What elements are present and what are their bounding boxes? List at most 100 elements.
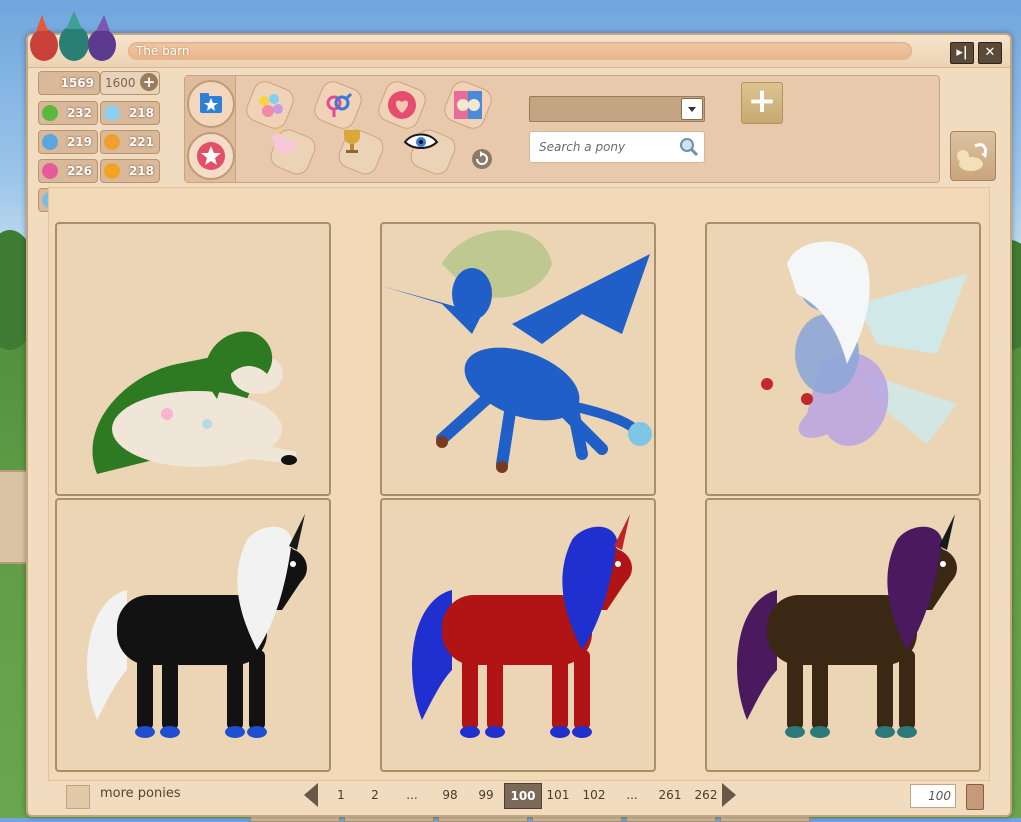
search-box[interactable]: Search a pony <box>529 131 705 163</box>
pony-hoof <box>160 726 180 738</box>
pony-card[interactable] <box>380 498 656 772</box>
tab-folders[interactable] <box>187 80 235 128</box>
paw-rainbow-icon <box>259 94 283 117</box>
pony-tail <box>87 590 127 720</box>
pony-tail <box>737 590 777 720</box>
stat-value: 232 <box>66 106 92 120</box>
filter-couple-button[interactable] <box>440 77 496 133</box>
pony-spot <box>161 408 173 420</box>
pony-leg <box>162 650 178 730</box>
pony-leg <box>899 650 915 730</box>
pony-hoof <box>801 393 813 405</box>
pony-hoof <box>761 378 773 390</box>
pony-card[interactable] <box>705 498 981 772</box>
pony-portrait <box>737 514 957 738</box>
window-title: The barn <box>136 44 190 58</box>
page-link[interactable]: 100 <box>504 783 542 809</box>
page-ellipsis: ... <box>406 788 418 802</box>
pony-leg <box>552 650 568 730</box>
tab-favorites[interactable] <box>187 132 235 180</box>
page-link[interactable]: 261 <box>652 783 688 807</box>
pony-leg <box>787 650 803 730</box>
page-link[interactable]: 2 <box>358 783 392 807</box>
pony-leg <box>462 650 478 730</box>
more-ponies-label: more ponies <box>100 786 181 801</box>
stat-value: 219 <box>66 135 92 149</box>
page-link[interactable]: 1 <box>324 783 358 807</box>
pony-leg <box>574 650 590 730</box>
add-folder-button[interactable]: + <box>741 82 783 124</box>
pony-hoof <box>496 461 508 473</box>
more-ponies-checkbox[interactable] <box>66 785 90 809</box>
page-link[interactable]: 101 <box>540 783 576 807</box>
stat-paw-blue: 219 <box>38 130 98 154</box>
pony-hoof <box>897 726 917 738</box>
pony-hoof <box>135 726 155 738</box>
pony-hoof <box>436 436 448 448</box>
page-link[interactable]: 102 <box>576 783 612 807</box>
close-button[interactable]: ✕ <box>978 42 1002 64</box>
filter-gender-button[interactable] <box>310 77 366 133</box>
ring-heart-icon <box>388 91 416 119</box>
folder-star-icon <box>200 93 222 113</box>
game-logo-icon <box>30 11 116 61</box>
heart-icon <box>42 163 58 179</box>
pony-hoof <box>785 726 805 738</box>
pony-eye <box>940 561 946 567</box>
pony-horn <box>614 514 630 550</box>
view-tabs <box>185 76 236 182</box>
title-pill: The barn <box>128 42 912 60</box>
pony-horn <box>939 514 955 550</box>
move-pony-button[interactable] <box>950 131 996 181</box>
star-badge-icon <box>197 142 225 170</box>
stat-flame: 221 <box>100 130 160 154</box>
pony-hoof <box>572 726 592 738</box>
apple-icon <box>42 105 58 121</box>
minimize-button[interactable]: ▸| <box>950 42 974 64</box>
money-counter: 1569 <box>38 71 100 95</box>
search-icon[interactable] <box>678 136 700 158</box>
pony-portrait <box>87 514 307 738</box>
page-link[interactable]: 99 <box>468 783 504 807</box>
title-bar: The barn ▸| ✕ <box>28 35 1010 68</box>
pony-card[interactable] <box>705 222 981 496</box>
page-number-input[interactable]: 100 <box>910 784 956 808</box>
pony-card[interactable] <box>55 222 331 496</box>
chevron-down-icon[interactable] <box>681 98 703 120</box>
category-select[interactable] <box>529 96 705 122</box>
page-link[interactable]: 262 <box>688 783 724 807</box>
stat-paw-orange: 218 <box>100 159 160 183</box>
search-input[interactable]: Search a pony <box>539 140 625 154</box>
gender-icon <box>326 92 353 117</box>
pony-leg <box>227 650 243 730</box>
pony-leg <box>812 650 828 730</box>
add-money-button[interactable]: + <box>140 73 158 91</box>
pony-tail <box>412 590 452 720</box>
pony-transfer-icon <box>957 143 987 171</box>
eye-icon <box>403 133 439 149</box>
money-cap: 1600 + <box>100 71 160 95</box>
money-value: 1569 <box>60 76 94 90</box>
paw-orange-icon <box>104 163 120 179</box>
pony-hoof <box>810 726 830 738</box>
pony-leg <box>877 650 893 730</box>
next-page-arrow-icon[interactable] <box>722 783 736 807</box>
stat-value: 221 <box>128 135 154 149</box>
pony-head <box>452 268 492 320</box>
pony-hoof <box>875 726 895 738</box>
go-page-button[interactable] <box>966 784 984 810</box>
pony-hoof <box>550 726 570 738</box>
stat-value: 218 <box>128 106 154 120</box>
barn-window: The barn ▸| ✕ 1569 1600 + 232 218 219 22… <box>26 11 1012 817</box>
prev-page-arrow-icon[interactable] <box>304 783 318 807</box>
pony-wing <box>857 274 967 354</box>
page-link[interactable]: 98 <box>432 783 468 807</box>
filter-married-button[interactable] <box>374 77 430 133</box>
pony-card[interactable] <box>380 222 656 496</box>
flame-icon <box>104 134 120 150</box>
page-ellipsis: ... <box>626 788 638 802</box>
stat-cloud: 218 <box>100 101 160 125</box>
pony-hoof <box>485 726 505 738</box>
pony-card[interactable] <box>55 498 331 772</box>
reset-filters-icon[interactable] <box>471 148 493 170</box>
